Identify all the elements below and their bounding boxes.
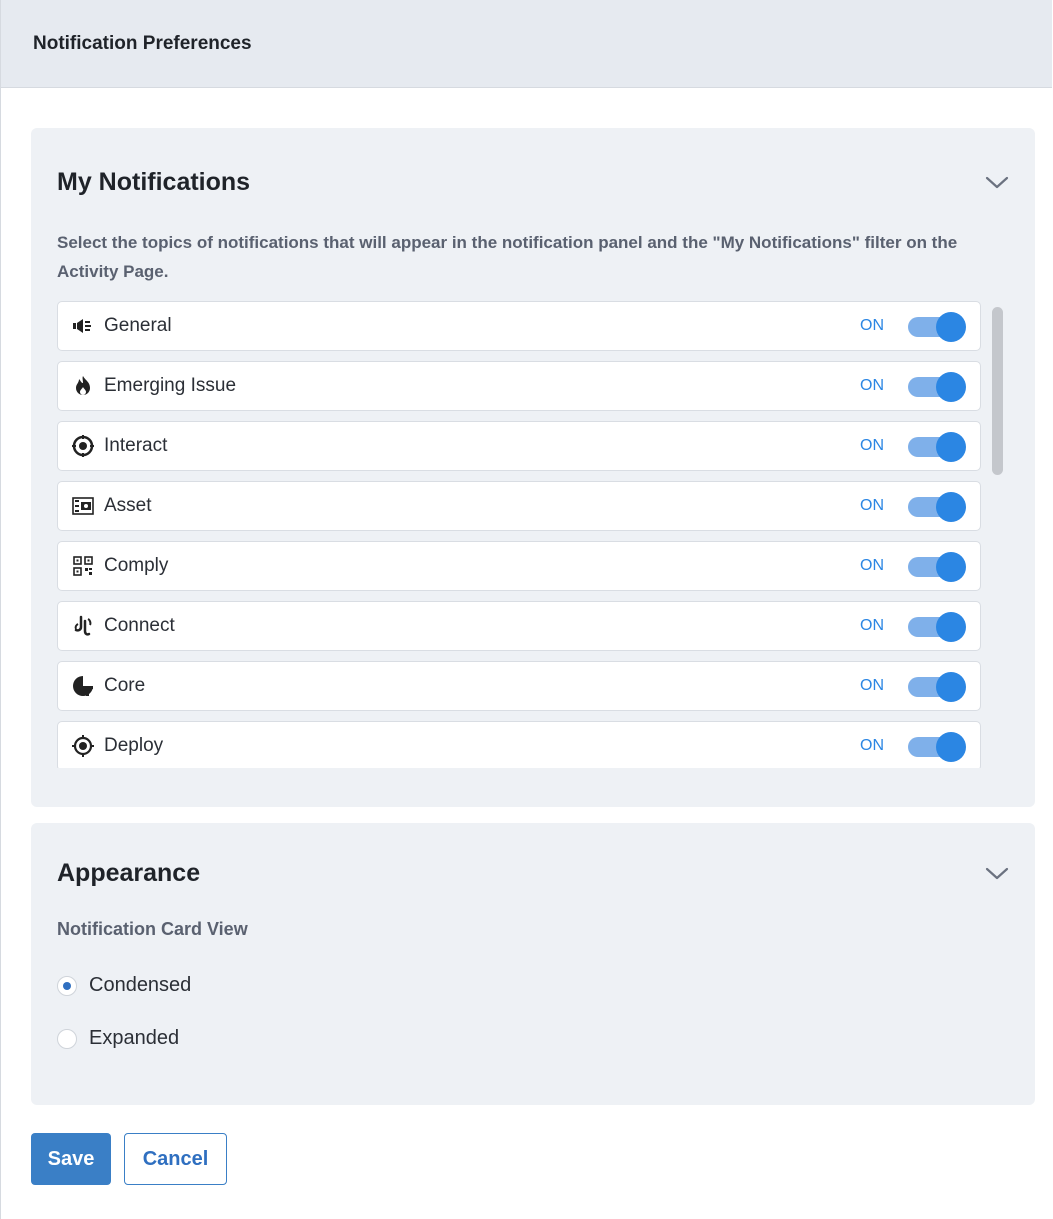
radio-button[interactable] xyxy=(57,1028,77,1049)
my-notifications-panel: My Notifications Select the topics of no… xyxy=(31,128,1035,807)
comply-toggle[interactable] xyxy=(908,552,966,582)
connect-plug-icon xyxy=(72,615,94,637)
radio-label: Expanded xyxy=(89,1027,180,1049)
topic-row-asset: Asset ON xyxy=(57,481,981,531)
asset-grid-icon xyxy=(72,495,94,517)
topic-row-core: Core ON xyxy=(57,661,981,711)
radio-button-checked[interactable] xyxy=(57,975,77,996)
core-toggle[interactable] xyxy=(908,672,966,702)
appearance-title: Appearance xyxy=(57,859,201,887)
topic-row-comply: Comply ON xyxy=(57,541,981,591)
topic-row-general: General ON xyxy=(57,301,981,351)
topic-label: Deploy xyxy=(104,735,164,756)
chevron-down-icon[interactable] xyxy=(983,172,1011,192)
topic-row-interact: Interact ON xyxy=(57,421,981,471)
core-shield-icon xyxy=(72,675,94,697)
topic-label: Emerging Issue xyxy=(104,375,237,396)
topic-row-emerging-issue: Emerging Issue ON xyxy=(57,361,981,411)
deploy-toggle[interactable] xyxy=(908,732,966,762)
qr-code-icon xyxy=(72,555,94,577)
general-toggle[interactable] xyxy=(908,312,966,342)
flame-icon xyxy=(72,375,94,397)
megaphone-icon xyxy=(72,315,94,337)
cancel-button[interactable]: Cancel xyxy=(124,1133,227,1185)
page-title: Notification Preferences xyxy=(33,32,252,54)
scrollbar-thumb[interactable] xyxy=(992,307,1003,475)
topic-label: Interact xyxy=(104,435,168,456)
topic-label: General xyxy=(104,315,172,336)
topic-label: Asset xyxy=(104,495,152,516)
header-bar: Notification Preferences xyxy=(1,0,1052,88)
topic-list[interactable]: General ON Emerging Issue ON Interact ON… xyxy=(57,298,1009,768)
appearance-panel: Appearance Notification Card View Conden… xyxy=(31,823,1035,1105)
topic-label: Core xyxy=(104,675,146,696)
toggle-status: ON xyxy=(860,557,884,574)
topic-row-connect: Connect ON xyxy=(57,601,981,651)
radio-condensed[interactable]: Condensed xyxy=(57,974,191,997)
interact-toggle[interactable] xyxy=(908,432,966,462)
interact-target-icon xyxy=(72,435,94,457)
card-view-label: Notification Card View xyxy=(57,919,248,939)
topic-row-deploy: Deploy ON xyxy=(57,721,981,768)
toggle-status: ON xyxy=(860,497,884,514)
toggle-status: ON xyxy=(860,737,884,754)
toggle-status: ON xyxy=(860,617,884,634)
toggle-status: ON xyxy=(860,377,884,394)
connect-toggle[interactable] xyxy=(908,612,966,642)
notification-preferences-page: Notification Preferences My Notification… xyxy=(0,0,1052,1219)
topic-list-scrollbar[interactable] xyxy=(988,301,1008,767)
toggle-status: ON xyxy=(860,677,884,694)
topic-label: Comply xyxy=(104,555,169,576)
deploy-target-icon xyxy=(72,735,94,757)
toggle-status: ON xyxy=(860,437,884,454)
chevron-down-icon[interactable] xyxy=(983,863,1011,883)
asset-toggle[interactable] xyxy=(908,492,966,522)
my-notifications-title: My Notifications xyxy=(57,168,251,196)
save-button[interactable]: Save xyxy=(31,1133,111,1185)
radio-expanded[interactable]: Expanded xyxy=(57,1027,179,1050)
my-notifications-description: Select the topics of notifications that … xyxy=(57,233,958,281)
topic-label: Connect xyxy=(104,615,175,636)
toggle-status: ON xyxy=(860,317,884,334)
emerging-issue-toggle[interactable] xyxy=(908,372,966,402)
radio-label: Condensed xyxy=(89,974,192,996)
